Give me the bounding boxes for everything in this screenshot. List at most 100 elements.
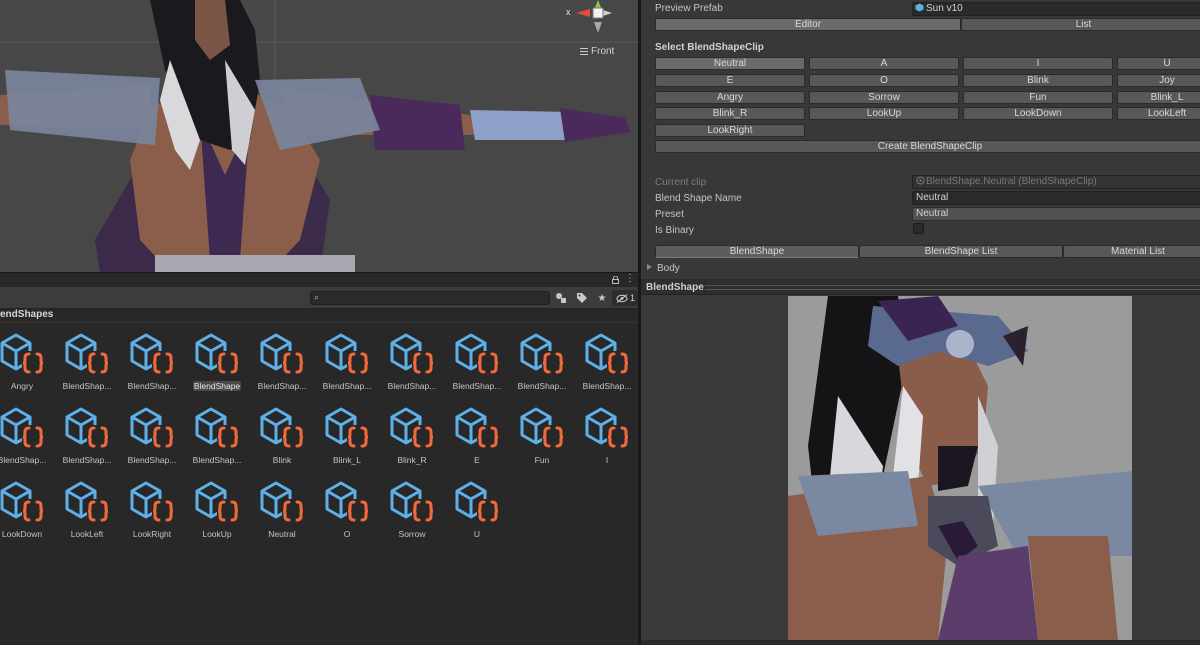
asset-item[interactable]: LookDown — [0, 473, 50, 545]
asset-item[interactable]: BlendShap... — [120, 399, 180, 471]
asset-label: BlendShap... — [127, 455, 177, 465]
blendshape-preview-viewport[interactable] — [788, 296, 1132, 640]
asset-item[interactable]: Sorrow — [380, 473, 440, 545]
asset-item[interactable]: BlendShape — [185, 325, 245, 397]
asset-item[interactable]: LookLeft — [55, 473, 115, 545]
clip-button-angry[interactable]: Angry — [655, 91, 805, 104]
asset-item[interactable]: BlendShap... — [55, 399, 115, 471]
more-options-icon[interactable]: ⋮ — [625, 273, 635, 284]
view-mode-label[interactable]: Front — [580, 46, 614, 57]
blendshapeclip-asset-icon — [65, 407, 109, 449]
project-tab-bar: ⋮ — [0, 273, 638, 287]
star-icon: ★ — [597, 292, 607, 304]
preset-dropdown[interactable]: Neutral — [912, 207, 1200, 221]
blendshapeclip-asset-icon — [260, 481, 304, 523]
clip-button-sorrow[interactable]: Sorrow — [809, 91, 959, 104]
current-clip-field: BlendShape.Neutral (BlendShapeClip) — [912, 175, 1200, 189]
blendshapeclip-asset-icon — [585, 407, 629, 449]
preview-panel: BlendShape — [641, 280, 1200, 645]
asset-item[interactable]: Blink_L — [315, 399, 375, 471]
blendshapeclip-asset-icon — [455, 407, 499, 449]
search-input[interactable] — [325, 292, 545, 304]
breadcrumb[interactable]: BlendShapes — [0, 309, 638, 322]
blendshapeclip-asset-icon — [195, 407, 239, 449]
asset-item[interactable]: O — [315, 473, 375, 545]
asset-item[interactable]: BlendShap... — [120, 325, 180, 397]
blendshapeclip-asset-icon — [390, 481, 434, 523]
preset-label: Preset — [655, 209, 684, 220]
lock-icon[interactable] — [612, 276, 619, 284]
clip-button-o[interactable]: O — [809, 74, 959, 87]
blend-shape-name-input[interactable]: Neutral — [912, 191, 1200, 205]
asset-item[interactable]: BlendShap... — [445, 325, 505, 397]
body-foldout[interactable]: Body — [647, 263, 680, 274]
preview-title: BlendShape — [646, 282, 704, 293]
filter-by-label-button[interactable] — [573, 290, 591, 306]
tab-list[interactable]: List — [961, 18, 1200, 31]
clip-button-i[interactable]: I — [963, 57, 1113, 70]
asset-item[interactable]: BlendShap... — [0, 399, 50, 471]
asset-label: BlendShap... — [452, 381, 502, 391]
subtab-material-list[interactable]: Material List — [1063, 245, 1200, 258]
type-filter-icon — [556, 293, 566, 303]
preview-footer — [641, 640, 1200, 645]
scene-view[interactable]: x Front — [0, 0, 638, 272]
search-field[interactable]: ⌕ — [310, 291, 550, 305]
asset-item[interactable]: Blink_R — [380, 399, 440, 471]
resize-grip[interactable] — [705, 285, 1200, 290]
asset-item[interactable]: BlendShap... — [250, 325, 310, 397]
subtab-blendshape[interactable]: BlendShape — [655, 245, 859, 258]
asset-item[interactable]: Angry — [0, 325, 50, 397]
asset-item[interactable]: Fun — [510, 399, 570, 471]
hidden-packages-toggle[interactable]: 1 — [612, 290, 638, 306]
create-blendshapeclip-button[interactable]: Create BlendShapeClip — [655, 140, 1200, 153]
asset-label: BlendShap... — [517, 381, 567, 391]
scene-character-model — [0, 0, 638, 272]
blendshapeclip-asset-icon — [260, 407, 304, 449]
asset-item[interactable]: BlendShap... — [575, 325, 635, 397]
clip-button-u[interactable]: U — [1117, 57, 1200, 70]
clip-button-neutral[interactable]: Neutral — [655, 57, 805, 70]
clip-button-lookright[interactable]: LookRight — [655, 124, 805, 137]
asset-item[interactable]: LookRight — [120, 473, 180, 545]
asset-item[interactable]: BlendShap... — [185, 399, 245, 471]
asset-label: LookDown — [1, 529, 43, 539]
hamburger-icon — [580, 48, 588, 55]
blendshapeclip-asset-icon — [390, 333, 434, 375]
asset-item[interactable]: I — [575, 399, 635, 471]
clip-button-blink-r[interactable]: Blink_R — [655, 107, 805, 120]
asset-item[interactable]: BlendShap... — [510, 325, 570, 397]
asset-label: BlendShap... — [0, 455, 47, 465]
clip-button-e[interactable]: E — [655, 74, 805, 87]
tag-icon — [577, 293, 587, 303]
clip-button-a[interactable]: A — [809, 57, 959, 70]
asset-item[interactable]: LookUp — [185, 473, 245, 545]
clip-button-fun[interactable]: Fun — [963, 91, 1113, 104]
preview-header[interactable]: BlendShape — [641, 280, 1200, 295]
asset-item[interactable]: BlendShap... — [315, 325, 375, 397]
asset-item[interactable]: Neutral — [250, 473, 310, 545]
blendshapeclip-asset-icon — [325, 333, 369, 375]
filter-by-type-button[interactable] — [552, 290, 570, 306]
preview-prefab-field[interactable]: Sun v10 — [912, 2, 1200, 16]
asset-item[interactable]: BlendShap... — [55, 325, 115, 397]
blendshapeclip-asset-icon — [0, 481, 44, 523]
asset-item[interactable]: BlendShap... — [380, 325, 440, 397]
asset-item[interactable]: Blink — [250, 399, 310, 471]
favorites-button[interactable]: ★ — [593, 290, 611, 306]
clip-button-lookdown[interactable]: LookDown — [963, 107, 1113, 120]
asset-item[interactable]: U — [445, 473, 505, 545]
clip-button-lookup[interactable]: LookUp — [809, 107, 959, 120]
clip-button-lookleft[interactable]: LookLeft — [1117, 107, 1200, 120]
preview-prefab-label: Preview Prefab — [655, 3, 723, 14]
current-clip-label: Current clip — [655, 177, 707, 188]
tab-editor[interactable]: Editor — [655, 18, 961, 31]
blendshapeclip-asset-icon — [0, 407, 44, 449]
clip-button-blink-l[interactable]: Blink_L — [1117, 91, 1200, 104]
clip-button-blink[interactable]: Blink — [963, 74, 1113, 87]
subtab-blendshape-list[interactable]: BlendShape List — [859, 245, 1063, 258]
asset-item[interactable]: E — [445, 399, 505, 471]
orientation-gizmo[interactable]: x — [560, 0, 638, 40]
is-binary-checkbox[interactable] — [913, 223, 924, 234]
clip-button-joy[interactable]: Joy — [1117, 74, 1200, 87]
